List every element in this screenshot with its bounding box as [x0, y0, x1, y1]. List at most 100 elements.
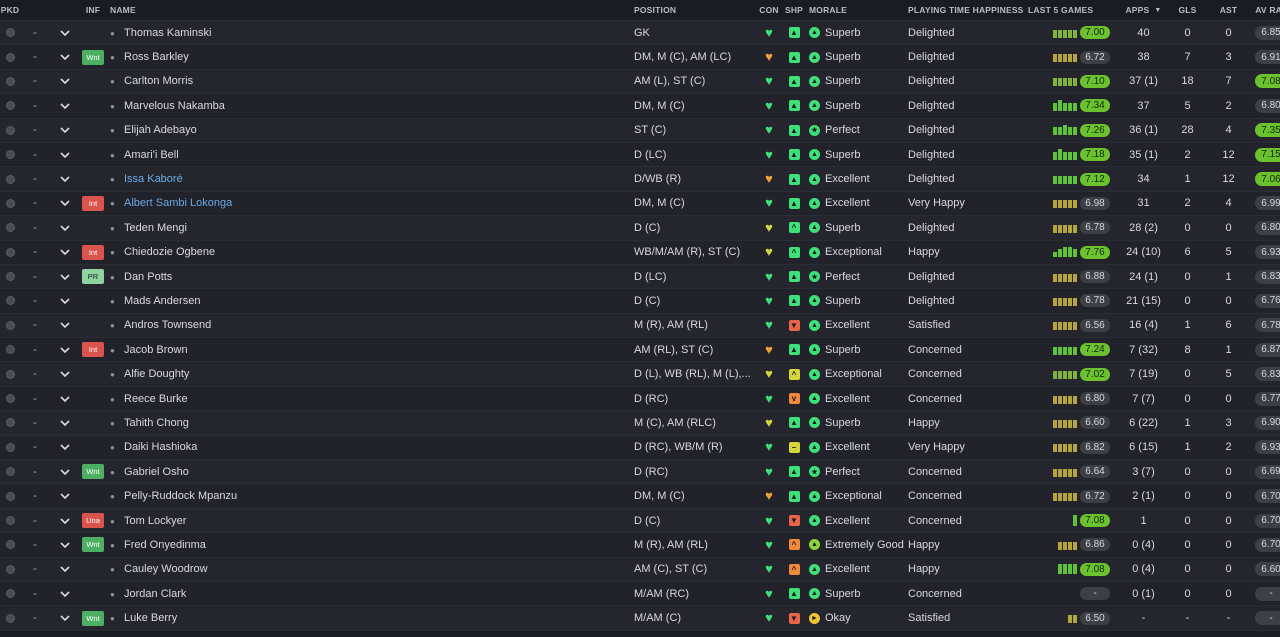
pick-checkbox[interactable] [5, 394, 15, 404]
table-row[interactable]: - Wnt ● Luke Berry M/AM (C) ♥ ▼ ► Okay Satisfied 6… [0, 606, 1280, 631]
player-name-cell[interactable]: ● Dan Potts [106, 271, 634, 283]
chevron-down-icon[interactable] [50, 298, 80, 304]
pkd-cell[interactable] [0, 52, 20, 62]
player-name[interactable]: Marvelous Nakamba [124, 100, 225, 112]
pick-checkbox[interactable] [5, 174, 15, 184]
col-header-avrat[interactable]: AV RAT [1251, 5, 1280, 15]
player-name[interactable]: Daiki Hashioka [124, 441, 197, 453]
table-row[interactable]: - ● Teden Mengi D (C) ♥ ^ ▲ Superb Delighted 6.78… [0, 216, 1280, 241]
player-name-cell[interactable]: ● Andros Townsend [106, 319, 634, 331]
player-name-cell[interactable]: ● Thomas Kaminski [106, 27, 634, 39]
selection-cell[interactable]: - [20, 173, 50, 185]
pick-checkbox[interactable] [5, 223, 15, 233]
pkd-cell[interactable] [0, 101, 20, 111]
table-row[interactable]: - ● Issa Kaboré D/WB (R) ♥ ▲ ▲ Excellent Delight… [0, 167, 1280, 192]
chevron-down-icon[interactable] [50, 542, 80, 548]
chevron-down-icon[interactable] [50, 420, 80, 426]
player-name-cell[interactable]: ● Mads Andersen [106, 295, 634, 307]
pkd-cell[interactable] [0, 369, 20, 379]
table-row[interactable]: - ● Reece Burke D (RC) ♥ v ▲ Excellent Concerned… [0, 386, 1280, 412]
pick-checkbox[interactable] [5, 442, 15, 452]
chevron-down-icon[interactable] [50, 517, 80, 524]
pick-checkbox[interactable] [5, 52, 15, 62]
chevron-down-icon[interactable] [50, 566, 80, 573]
player-name-cell[interactable]: ● Pelly-Ruddock Mpanzu [106, 490, 634, 502]
chevron-down-icon[interactable] [50, 103, 80, 109]
table-row[interactable]: - ● Mads Andersen D (C) ♥ ▲ ▲ Superb Delighted 6.… [0, 289, 1280, 314]
selection-cell[interactable]: - [20, 295, 50, 307]
player-name-cell[interactable]: ● Jordan Clark [106, 588, 634, 600]
chevron-down-icon[interactable] [50, 615, 80, 622]
pkd-cell[interactable] [0, 320, 20, 330]
player-name[interactable]: Jordan Clark [124, 588, 186, 600]
player-name-cell[interactable]: ● Teden Mengi [106, 222, 634, 234]
chevron-down-icon[interactable] [50, 274, 80, 280]
selection-cell[interactable]: - [20, 100, 50, 112]
chevron-down-icon[interactable] [50, 200, 80, 207]
player-name[interactable]: Pelly-Ruddock Mpanzu [124, 490, 237, 502]
player-name[interactable]: Luke Berry [124, 612, 177, 624]
pick-checkbox[interactable] [5, 564, 15, 574]
player-name[interactable]: Andros Townsend [124, 319, 211, 331]
chevron-down-icon[interactable] [50, 225, 80, 231]
pick-checkbox[interactable] [5, 589, 15, 599]
table-row[interactable]: - ● Marvelous Nakamba DM, M (C) ♥ ▲ ▲ Superb Del… [0, 94, 1280, 119]
chevron-down-icon[interactable] [50, 78, 80, 85]
selection-cell[interactable]: - [20, 197, 50, 209]
pick-checkbox[interactable] [5, 101, 15, 111]
pkd-cell[interactable] [0, 467, 20, 477]
pkd-cell[interactable] [0, 491, 20, 501]
pick-checkbox[interactable] [5, 247, 15, 257]
pkd-cell[interactable] [0, 516, 20, 525]
player-name[interactable]: Elijah Adebayo [124, 124, 197, 136]
pick-checkbox[interactable] [5, 540, 15, 550]
col-header-last5[interactable]: LAST 5 GAMES [1028, 5, 1118, 15]
selection-cell[interactable]: - [20, 539, 50, 551]
chevron-down-icon[interactable] [50, 152, 80, 158]
pkd-cell[interactable] [0, 418, 20, 428]
selection-cell[interactable]: - [20, 149, 50, 161]
chevron-down-icon[interactable] [50, 347, 80, 353]
table-row[interactable]: - Int ● Jacob Brown AM (RL), ST (C) ♥ ▲ ▲ Superb… [0, 338, 1280, 363]
selection-cell[interactable]: - [20, 75, 50, 87]
player-name[interactable]: Reece Burke [124, 393, 188, 405]
table-row[interactable]: - ● Andros Townsend M (R), AM (RL) ♥ ▼ ▲ Excell… [0, 313, 1280, 339]
pick-checkbox[interactable] [5, 491, 15, 501]
chevron-down-icon[interactable] [50, 395, 80, 402]
col-header-apps[interactable]: APPS ▼ [1118, 5, 1169, 15]
pkd-cell[interactable] [0, 272, 20, 282]
player-name-cell[interactable]: ● Chiedozie Ogbene [106, 246, 634, 258]
player-name-cell[interactable]: ● Fred Onyedinma [106, 539, 634, 551]
player-name[interactable]: Carlton Morris [124, 75, 193, 87]
selection-cell[interactable]: - [20, 563, 50, 575]
table-row[interactable]: - ● Pelly-Ruddock Mpanzu DM, M (C) ♥ ▲ ▲ Except… [0, 484, 1280, 509]
player-name-cell[interactable]: ● Daiki Hashioka [106, 441, 634, 453]
player-name-cell[interactable]: ● Elijah Adebayo [106, 124, 634, 136]
selection-cell[interactable]: - [20, 515, 50, 527]
player-name-cell[interactable]: ● Marvelous Nakamba [106, 100, 634, 112]
player-name[interactable]: Amari'i Bell [124, 149, 179, 161]
pkd-cell[interactable] [0, 442, 20, 452]
pkd-cell[interactable] [0, 564, 20, 574]
selection-cell[interactable]: - [20, 344, 50, 356]
pick-checkbox[interactable] [5, 418, 15, 428]
player-name-cell[interactable]: ● Carlton Morris [106, 75, 634, 87]
pkd-cell[interactable] [0, 125, 20, 135]
player-name-cell[interactable]: ● Tahith Chong [106, 417, 634, 429]
pick-checkbox[interactable] [5, 150, 15, 160]
col-header-gls[interactable]: GLS [1169, 5, 1206, 15]
col-header-pkd[interactable]: PKD [0, 5, 20, 15]
chevron-down-icon[interactable] [50, 127, 80, 134]
chevron-down-icon[interactable] [50, 249, 80, 256]
pkd-cell[interactable] [0, 198, 20, 208]
selection-cell[interactable]: - [20, 246, 50, 258]
table-row[interactable]: - Int ● Chiedozie Ogbene WB/M/AM (R), ST (C)… [0, 240, 1280, 265]
table-row[interactable]: - Wnt ● Gabriel Osho D (RC) ♥ ▲ ★ Perfect Concern… [0, 460, 1280, 485]
player-name[interactable]: Cauley Woodrow [124, 563, 208, 575]
pick-checkbox[interactable] [5, 125, 15, 135]
table-row[interactable]: - ● Cauley Woodrow AM (C), ST (C) ♥ ^ ▲ Excelle… [0, 557, 1280, 582]
col-header-playing-time[interactable]: PLAYING TIME HAPPINESS [908, 5, 1028, 15]
selection-cell[interactable]: - [20, 393, 50, 405]
selection-cell[interactable]: - [20, 319, 50, 331]
selection-cell[interactable]: - [20, 417, 50, 429]
